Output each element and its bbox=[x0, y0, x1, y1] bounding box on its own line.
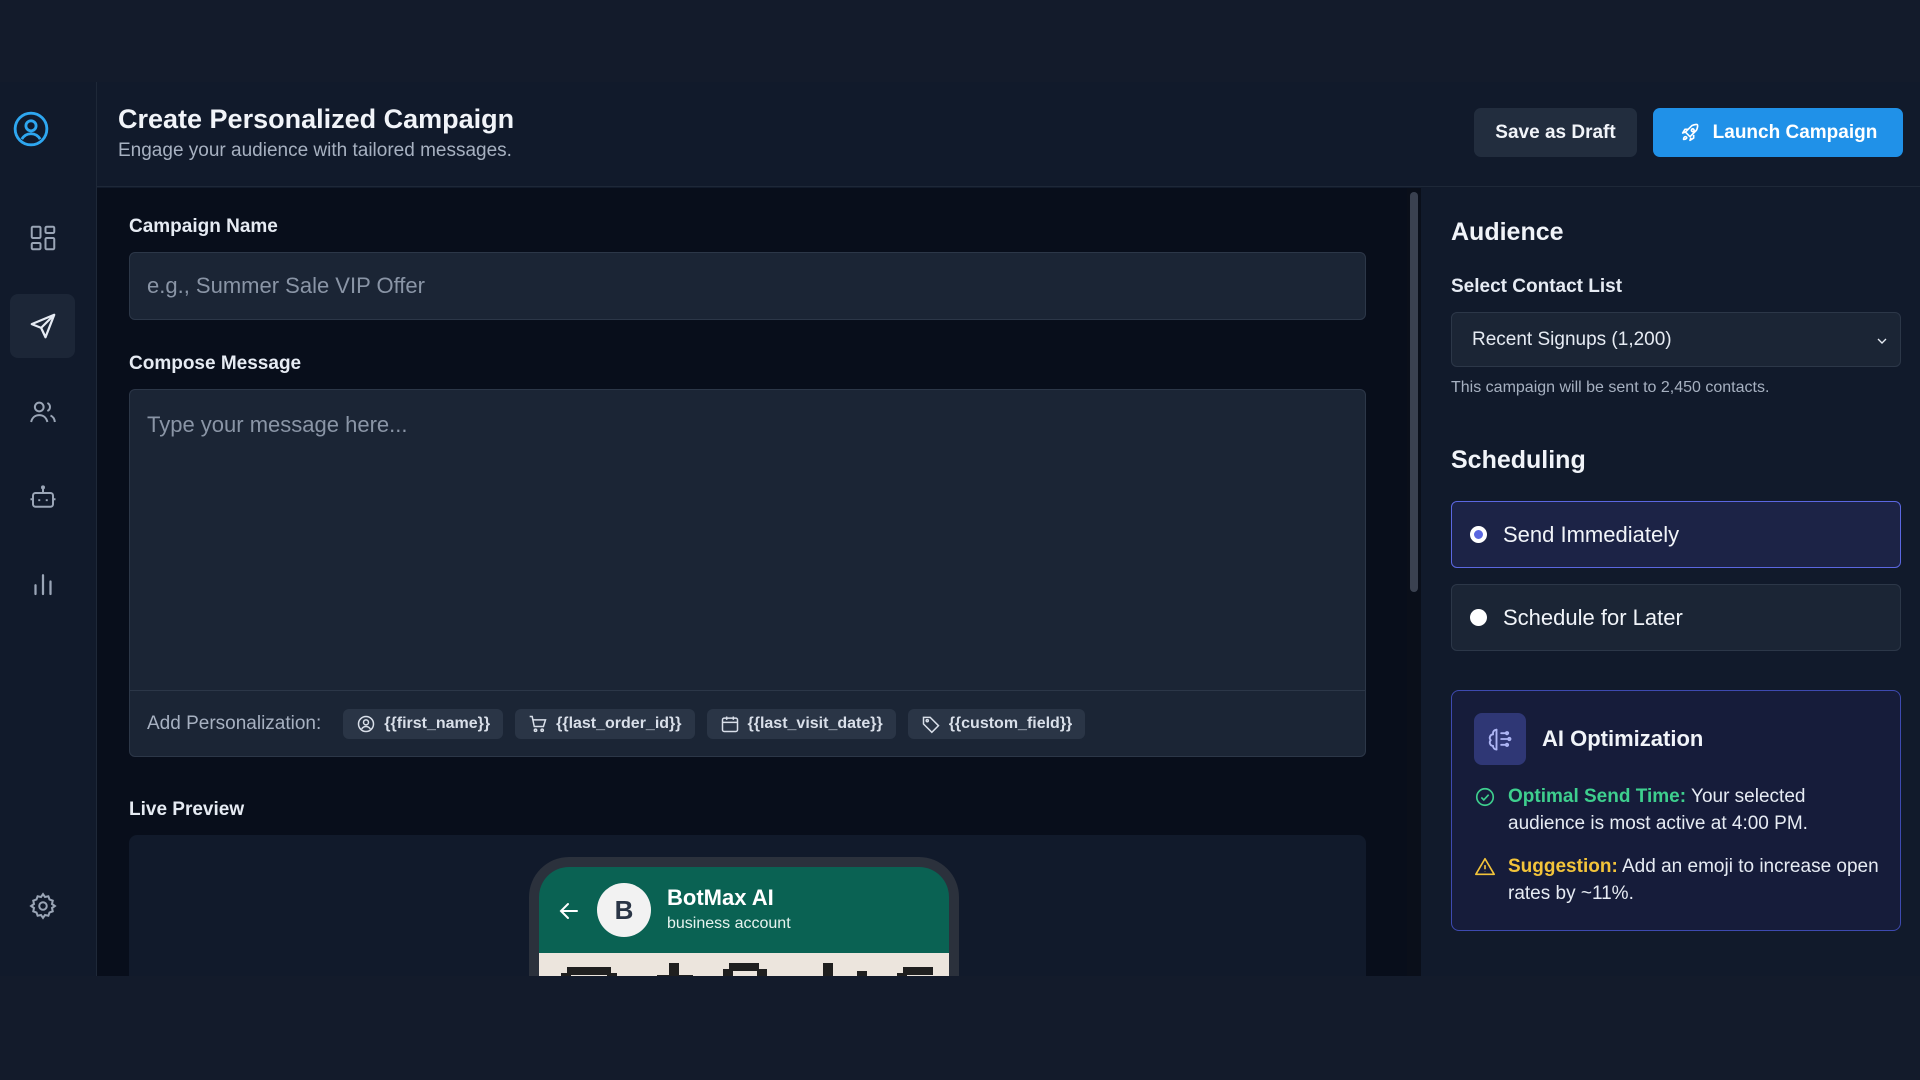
sidebar-item-settings[interactable] bbox=[10, 874, 75, 938]
token-last-visit-date[interactable]: {{last_visit_date}} bbox=[706, 708, 896, 739]
radio-send-immediately[interactable]: Send Immediately bbox=[1451, 501, 1901, 568]
schedule-later-label: Schedule for Later bbox=[1503, 604, 1683, 630]
calendar-icon bbox=[721, 716, 738, 732]
audience-hint: This campaign will be sent to 2,450 cont… bbox=[1451, 379, 1770, 396]
settings-panel: Audience Select Contact List Recent Sign… bbox=[1421, 188, 1920, 976]
launch-campaign-label: Launch Campaign bbox=[1712, 121, 1878, 143]
chevron-down-icon bbox=[1877, 338, 1887, 344]
bot-avatar: B bbox=[597, 883, 651, 937]
sidebar-item-analytics[interactable] bbox=[10, 552, 75, 616]
message-textarea[interactable] bbox=[130, 390, 1365, 690]
rocket-icon bbox=[1681, 123, 1699, 141]
send-icon bbox=[30, 313, 55, 339]
bot-icon bbox=[30, 485, 55, 508]
ai-suggestion-row: Suggestion: Add an emoji to increase ope… bbox=[1474, 853, 1884, 907]
page-title: Create Personalized Campaign bbox=[118, 104, 515, 134]
scrollbar-thumb[interactable] bbox=[1410, 192, 1418, 592]
send-immediately-label: Send Immediately bbox=[1503, 521, 1680, 547]
token-last-order-id[interactable]: {{last_order_id}} bbox=[515, 708, 695, 739]
warning-triangle-icon bbox=[1475, 857, 1495, 876]
back-arrow-icon[interactable] bbox=[557, 899, 581, 923]
chat-wallpaper bbox=[539, 953, 949, 976]
ai-optimization-card: AI Optimization Optimal Send Time: Your … bbox=[1451, 690, 1901, 931]
personalization-label: Add Personalization: bbox=[147, 712, 322, 734]
app-window: Create Personalized Campaign Engage your… bbox=[0, 82, 1920, 976]
campaign-name-input[interactable] bbox=[130, 253, 1365, 319]
optimal-send-time-label: Optimal Send Time: bbox=[1508, 786, 1687, 807]
token-custom-field[interactable]: {{custom_field}} bbox=[907, 708, 1086, 739]
personalization-bar: Add Personalization: {{first_name}} {{la… bbox=[130, 690, 1365, 756]
phone-mockup: B BotMax AI business account bbox=[529, 857, 959, 976]
campaign-name-field bbox=[129, 252, 1366, 320]
check-circle-icon bbox=[1475, 787, 1495, 807]
live-preview-label: Live Preview bbox=[129, 799, 245, 820]
tag-icon bbox=[922, 716, 940, 733]
launch-campaign-button[interactable]: Launch Campaign bbox=[1653, 108, 1903, 157]
sidebar-item-dashboard[interactable] bbox=[10, 206, 75, 270]
ai-optimal-time-row: Optimal Send Time: Your selected audienc… bbox=[1474, 783, 1884, 837]
contact-list-value: Recent Signups (1,200) bbox=[1472, 328, 1672, 350]
token-first-name-label: {{first_name}} bbox=[384, 714, 491, 732]
ai-optimization-title: AI Optimization bbox=[1542, 726, 1704, 751]
content-scrollbar[interactable] bbox=[1407, 188, 1421, 976]
radio-dot bbox=[1470, 609, 1487, 626]
settings-gear-icon bbox=[28, 892, 57, 920]
page-header: Create Personalized Campaign Engage your… bbox=[97, 82, 1920, 187]
token-first-name[interactable]: {{first_name}} bbox=[343, 708, 504, 739]
scheduling-heading: Scheduling bbox=[1451, 446, 1586, 474]
token-last-visit-date-label: {{last_visit_date}} bbox=[747, 714, 883, 732]
token-custom-field-label: {{custom_field}} bbox=[948, 714, 1073, 732]
sidebar bbox=[0, 82, 97, 976]
live-preview-panel: B BotMax AI business account bbox=[129, 835, 1366, 976]
ai-brain-icon bbox=[1474, 713, 1526, 765]
radio-dot-selected bbox=[1470, 526, 1487, 543]
radio-schedule-later[interactable]: Schedule for Later bbox=[1451, 584, 1901, 651]
user-circle-icon bbox=[358, 715, 375, 732]
main-area: Create Personalized Campaign Engage your… bbox=[97, 82, 1920, 976]
bot-name: BotMax AI bbox=[667, 885, 774, 910]
dashboard-grid-icon bbox=[30, 225, 55, 251]
sidebar-item-campaigns[interactable] bbox=[10, 294, 75, 358]
save-draft-button[interactable]: Save as Draft bbox=[1474, 108, 1637, 157]
suggestion-label: Suggestion: bbox=[1508, 856, 1618, 877]
compose-message-label: Compose Message bbox=[129, 353, 302, 374]
page-subtitle: Engage your audience with tailored messa… bbox=[118, 140, 512, 161]
profile-avatar-icon[interactable] bbox=[12, 110, 50, 148]
sidebar-item-contacts[interactable] bbox=[10, 380, 75, 444]
chat-wallpaper-pattern bbox=[561, 963, 933, 976]
token-last-order-id-label: {{last_order_id}} bbox=[556, 714, 682, 732]
campaign-name-label: Campaign Name bbox=[129, 216, 278, 237]
compose-message-field: Add Personalization: {{first_name}} {{la… bbox=[129, 389, 1366, 757]
sidebar-item-bots[interactable] bbox=[10, 466, 75, 530]
campaign-form: Campaign Name Compose Message Add Person… bbox=[97, 188, 1407, 976]
users-icon bbox=[29, 401, 56, 423]
bar-chart-icon bbox=[33, 574, 52, 596]
shopping-cart-icon bbox=[529, 715, 547, 732]
bot-subtitle: business account bbox=[667, 915, 791, 932]
contact-list-select[interactable]: Recent Signups (1,200) bbox=[1451, 312, 1901, 367]
chat-header: B BotMax AI business account bbox=[539, 867, 949, 953]
contact-list-label: Select Contact List bbox=[1451, 276, 1623, 297]
audience-heading: Audience bbox=[1451, 218, 1564, 246]
